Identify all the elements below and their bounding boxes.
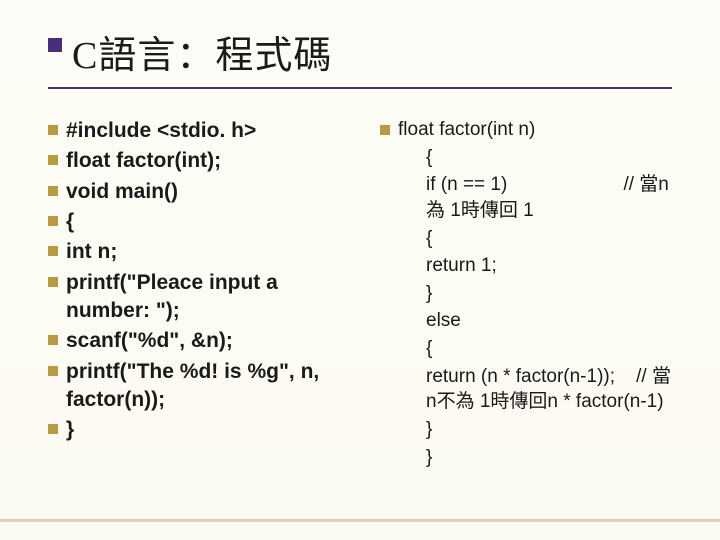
bullet-icon: [48, 424, 58, 434]
content-columns: #include <stdio. h> float factor(int); v…: [48, 117, 672, 472]
code-line: {: [380, 336, 672, 362]
code-text: if (n == 1) // 當n為 1時傳回 1: [426, 172, 672, 223]
code-text: float factor(int);: [66, 147, 221, 175]
code-line: printf("The %d! is %g", n, factor(n));: [48, 358, 340, 415]
code-line: void main(): [48, 178, 340, 206]
code-line: if (n == 1) // 當n為 1時傳回 1: [380, 172, 672, 223]
code-text: printf("Pleace input a number: ");: [66, 269, 340, 326]
code-text: }: [66, 416, 74, 444]
code-text: return 1;: [426, 253, 497, 279]
code-text: {: [66, 208, 74, 236]
bullet-icon: [48, 366, 58, 376]
code-line: #include <stdio. h>: [48, 117, 340, 145]
bullet-icon: [380, 125, 390, 135]
code-text: else: [426, 308, 461, 334]
footer-divider: [0, 519, 720, 522]
bullet-icon: [48, 246, 58, 256]
bullet-icon: [48, 186, 58, 196]
code-line: {: [380, 145, 672, 171]
bullet-icon: [48, 216, 58, 226]
code-line: }: [48, 416, 340, 444]
code-line: {: [48, 208, 340, 236]
code-line: int n;: [48, 238, 340, 266]
slide: C語言：程式碼 #include <stdio. h> float factor…: [0, 0, 720, 540]
bullet-icon: [48, 125, 58, 135]
code-text: #include <stdio. h>: [66, 117, 256, 145]
title-underline: [48, 87, 672, 89]
code-line: }: [380, 417, 672, 443]
code-text: {: [426, 145, 432, 171]
title-row: C語言：程式碼: [48, 24, 672, 79]
code-line: {: [380, 226, 672, 252]
code-line: return (n * factor(n-1)); // 當n不為 1時傳回n …: [380, 364, 672, 415]
code-text: float factor(int n): [398, 117, 535, 143]
slide-title: C語言：程式碼: [72, 24, 332, 79]
bullet-icon: [48, 277, 58, 287]
bullet-icon: [48, 335, 58, 345]
code-line: float factor(int n): [380, 117, 672, 143]
left-column: #include <stdio. h> float factor(int); v…: [48, 117, 340, 472]
code-line: else: [380, 308, 672, 334]
bullet-icon: [48, 155, 58, 165]
code-text: return (n * factor(n-1)); // 當n不為 1時傳回n …: [426, 364, 672, 415]
code-line: printf("Pleace input a number: ");: [48, 269, 340, 326]
right-column: float factor(int n) { if (n == 1) // 當n為…: [380, 117, 672, 472]
code-text: {: [426, 336, 432, 362]
code-line: }: [380, 445, 672, 471]
code-text: }: [426, 417, 432, 443]
code-text: {: [426, 226, 432, 252]
code-line: return 1;: [380, 253, 672, 279]
code-line: }: [380, 281, 672, 307]
code-text: }: [426, 445, 432, 471]
code-line: scanf("%d", &n);: [48, 327, 340, 355]
code-line: float factor(int);: [48, 147, 340, 175]
code-text: scanf("%d", &n);: [66, 327, 233, 355]
title-bullet-icon: [48, 38, 62, 52]
code-text: }: [426, 281, 432, 307]
code-text: int n;: [66, 238, 117, 266]
code-text: printf("The %d! is %g", n, factor(n));: [66, 358, 340, 415]
code-text: void main(): [66, 178, 178, 206]
